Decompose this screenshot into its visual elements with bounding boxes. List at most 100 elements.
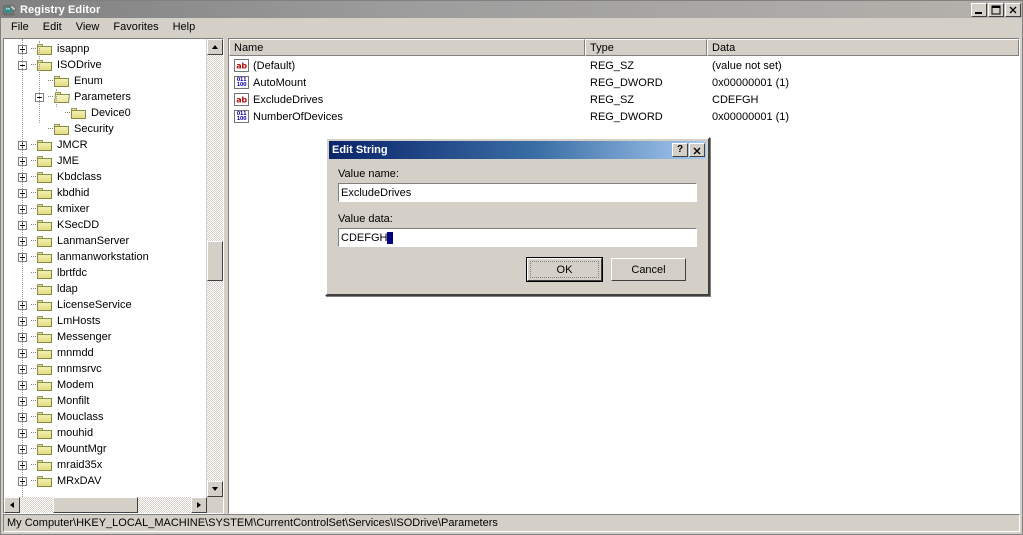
tree-item-lanmanserver[interactable]: LanmanServer	[4, 233, 206, 249]
folder-body	[37, 413, 52, 423]
registry-editor-icon	[3, 3, 17, 17]
tree-scroll-down-button[interactable]	[207, 481, 223, 497]
value-data-input[interactable]: CDEFGH	[337, 227, 698, 248]
value-data-cell: 0x00000001 (1)	[712, 76, 790, 89]
tree-item-lanmanworkstation[interactable]: lanmanworkstation	[4, 249, 206, 265]
folder-closed-icon	[37, 395, 53, 408]
tree-item-licenseservice[interactable]: LicenseService	[4, 297, 206, 313]
maximize-button[interactable]	[988, 2, 1004, 17]
tree-scroll-up-button[interactable]	[207, 39, 223, 55]
tree-connector-line	[48, 80, 53, 82]
tree-item-label: ldap	[57, 282, 78, 295]
tree-item-mraid35x[interactable]: mraid35x	[4, 457, 206, 473]
tree-item-ldap[interactable]: ldap	[4, 281, 206, 297]
tree-scroll-left-button[interactable]	[4, 497, 20, 513]
tree-item-isapnp[interactable]: isapnp	[4, 41, 206, 57]
tree-item-isodrive[interactable]: ISODrive	[4, 57, 206, 73]
dialog-close-button[interactable]	[689, 143, 705, 157]
tree-item-lmhosts[interactable]: LmHosts	[4, 313, 206, 329]
folder-body	[37, 333, 52, 343]
table-row[interactable]: 011 100 AutoMount REG_DWORD 0x00000001 (1)	[229, 74, 1019, 91]
tree-item-jme[interactable]: JME	[4, 153, 206, 169]
tree-item-ksecdd[interactable]: KSecDD	[4, 217, 206, 233]
folder-body	[54, 77, 69, 87]
tree-item-mnmsrvc[interactable]: mnmsrvc	[4, 361, 206, 377]
value-name-input[interactable]: ExcludeDrives	[337, 182, 698, 203]
column-header-type[interactable]: Type	[585, 39, 707, 56]
tree-item-mountmgr[interactable]: MountMgr	[4, 441, 206, 457]
value-name-text: (Default)	[253, 59, 296, 72]
menu-favorites[interactable]: Favorites	[106, 19, 165, 36]
menu-edit[interactable]: Edit	[36, 19, 69, 36]
tree-item-label: MRxDAV	[57, 474, 102, 487]
value-icon-glyph: ab	[236, 95, 247, 104]
tree-horizontal-scrollbar[interactable]	[4, 497, 223, 513]
tree-item-kbdclass[interactable]: Kbdclass	[4, 169, 206, 185]
folder-closed-icon	[37, 427, 53, 440]
tree-item-device0[interactable]: Device0	[4, 105, 206, 121]
tree-connector-line	[31, 432, 36, 434]
folder-body	[37, 285, 52, 295]
dialog-help-button[interactable]: ?	[672, 143, 688, 157]
menu-help[interactable]: Help	[166, 19, 203, 36]
dialog-title-bar[interactable]: Edit String ?	[329, 141, 706, 159]
tree-item-messenger[interactable]: Messenger	[4, 329, 206, 345]
tree-guide-line	[39, 41, 40, 123]
folder-closed-icon	[37, 459, 53, 472]
folder-body	[37, 269, 52, 279]
column-header-name[interactable]: Name	[229, 39, 585, 56]
tree-item-security[interactable]: Security	[4, 121, 206, 137]
minimize-button[interactable]	[971, 2, 987, 17]
column-header-data[interactable]: Data	[707, 39, 1019, 56]
close-button[interactable]	[1005, 2, 1021, 17]
ok-button[interactable]: OK	[526, 257, 603, 282]
tree-vertical-scroll-thumb[interactable]	[207, 241, 223, 281]
tree-item-enum[interactable]: Enum	[4, 73, 206, 89]
table-row[interactable]: 011 100 NumberOfDevices REG_DWORD 0x00000001…	[229, 108, 1019, 125]
tree-item-label: Device0	[91, 106, 131, 119]
arrow-up-icon	[212, 45, 218, 49]
tree-item-jmcr[interactable]: JMCR	[4, 137, 206, 153]
tree-item-label: Messenger	[57, 330, 112, 343]
folder-body	[37, 173, 52, 183]
folder-body	[37, 301, 52, 311]
window-title-bar[interactable]: Registry Editor	[1, 1, 1022, 18]
value-name-text: AutoMount	[253, 76, 307, 89]
tree-connector-line	[31, 448, 36, 450]
tree-connector-line	[31, 144, 36, 146]
tree-vertical-scrollbar[interactable]	[206, 39, 223, 497]
folder-body	[37, 221, 52, 231]
tree-item-kbdhid[interactable]: kbdhid	[4, 185, 206, 201]
tree-vertical-scroll-track[interactable]	[207, 55, 223, 481]
tree-scroll-right-button[interactable]	[191, 497, 207, 513]
tree-horizontal-scroll-track[interactable]	[20, 497, 191, 513]
tree-item-mnmdd[interactable]: mnmdd	[4, 345, 206, 361]
tree-item-mouhid[interactable]: mouhid	[4, 425, 206, 441]
tree-item-parameters[interactable]: Parameters	[4, 89, 206, 105]
tree-item-modem[interactable]: Modem	[4, 377, 206, 393]
tree-horizontal-scroll-thumb[interactable]	[53, 497, 138, 513]
table-row[interactable]: ab ExcludeDrives REG_SZ CDEFGH	[229, 91, 1019, 108]
menu-view[interactable]: View	[69, 19, 107, 36]
folder-closed-icon	[37, 203, 53, 216]
tree-item-mrxdav[interactable]: MRxDAV	[4, 473, 206, 489]
folder-closed-icon	[37, 347, 53, 360]
table-row[interactable]: ab (Default) REG_SZ (value not set)	[229, 57, 1019, 74]
tree-item-monfilt[interactable]: Monfilt	[4, 393, 206, 409]
tree-item-mouclass[interactable]: Mouclass	[4, 409, 206, 425]
tree-guide-line	[22, 39, 23, 497]
tree-item-kmixer[interactable]: kmixer	[4, 201, 206, 217]
tree-item-label: Kbdclass	[57, 170, 102, 183]
cancel-button[interactable]: Cancel	[611, 258, 686, 281]
tree-item-lbrtfdc[interactable]: lbrtfdc	[4, 265, 206, 281]
folder-body	[37, 429, 52, 439]
menu-file[interactable]: File	[4, 19, 36, 36]
tree-item-label: isapnp	[57, 42, 90, 55]
